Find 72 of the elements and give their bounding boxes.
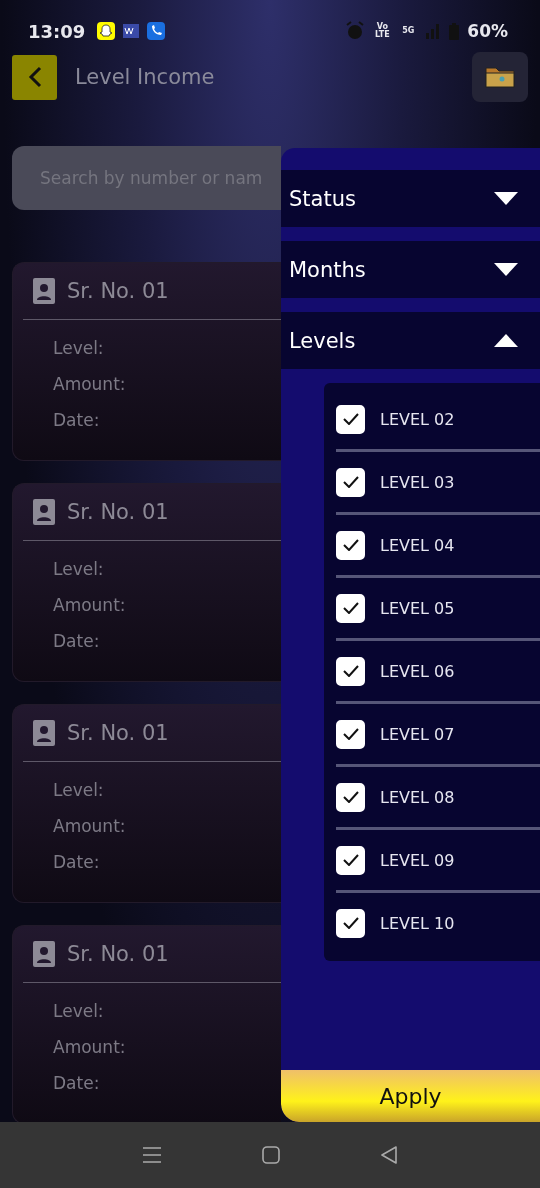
checkbox[interactable]	[336, 467, 365, 497]
field-label: Date:	[53, 852, 101, 872]
back-button[interactable]	[12, 54, 57, 100]
field-label: Level:	[53, 780, 105, 800]
page-title: Level Income	[75, 65, 216, 89]
level-option: LEVEL 08	[380, 787, 455, 807]
record-title: Sr. No. 01	[67, 942, 169, 966]
clock-time: 13:09	[28, 20, 86, 42]
level-option: LEVEL 02	[380, 409, 455, 429]
id-badge-icon	[33, 499, 55, 525]
filter-section-header[interactable]: Months	[281, 241, 540, 298]
alarm-icon	[345, 21, 366, 41]
apply-button[interactable]: Apply	[281, 1070, 540, 1122]
volte-label: Vo LTE	[373, 23, 391, 39]
caret-down-icon	[494, 263, 518, 276]
record-title: Sr. No. 01	[67, 279, 169, 303]
level-option: LEVEL 04	[380, 535, 455, 555]
field-label: Date:	[53, 410, 101, 430]
field-label: Level:	[53, 338, 105, 358]
checkbox[interactable]	[336, 593, 365, 623]
level-option: LEVEL 05	[380, 598, 455, 618]
record-title: Sr. No. 01	[67, 500, 169, 524]
level-option: LEVEL 03	[380, 472, 455, 492]
folder-button[interactable]	[472, 52, 528, 102]
checkbox[interactable]	[336, 782, 365, 812]
check-icon	[342, 413, 359, 425]
field-label: Amount:	[53, 374, 127, 394]
level-option: LEVEL 10	[380, 913, 455, 933]
field-label: Amount:	[53, 816, 127, 836]
field-label: Date:	[53, 1073, 101, 1093]
field-label: Amount:	[53, 1037, 127, 1057]
checkbox[interactable]	[336, 908, 365, 938]
checkbox[interactable]	[336, 845, 365, 875]
caret-up-icon	[494, 334, 518, 347]
chevron-left-icon	[27, 66, 42, 88]
menu-icon[interactable]	[142, 1146, 162, 1164]
field-label: Level:	[53, 1001, 105, 1021]
check-icon	[342, 476, 359, 488]
battery-percent: 60%	[467, 21, 508, 41]
signal-icon	[425, 23, 442, 39]
ghost-app-icon	[97, 22, 116, 40]
caret-down-icon	[494, 192, 518, 205]
home-icon[interactable]	[262, 1146, 280, 1164]
check-icon	[342, 602, 359, 614]
checkbox[interactable]	[336, 404, 365, 434]
filter-section-header[interactable]: Status	[281, 170, 540, 227]
back-icon[interactable]	[380, 1146, 398, 1164]
id-badge-icon	[33, 720, 55, 746]
field-label: Level:	[53, 559, 105, 579]
folder-icon	[485, 66, 515, 88]
field-label: Date:	[53, 631, 101, 651]
field-label: Amount:	[53, 595, 127, 615]
checkbox[interactable]	[336, 656, 365, 686]
level-option: LEVEL 09	[380, 850, 455, 870]
check-icon	[342, 791, 359, 803]
id-badge-icon	[33, 278, 55, 304]
app-icon	[123, 24, 140, 38]
check-icon	[342, 917, 359, 929]
network-label: 5G	[401, 27, 416, 35]
record-title: Sr. No. 01	[67, 721, 169, 745]
filter-section-header[interactable]: Levels	[281, 312, 540, 369]
level-option: LEVEL 06	[380, 661, 455, 681]
check-icon	[342, 539, 359, 551]
checkbox[interactable]	[336, 719, 365, 749]
check-icon	[342, 728, 359, 740]
check-icon	[342, 665, 359, 677]
level-option: LEVEL 07	[380, 724, 455, 744]
check-icon	[342, 854, 359, 866]
battery-icon	[449, 22, 460, 40]
phone-app-icon	[147, 22, 166, 40]
id-badge-icon	[33, 941, 55, 967]
checkbox[interactable]	[336, 530, 365, 560]
